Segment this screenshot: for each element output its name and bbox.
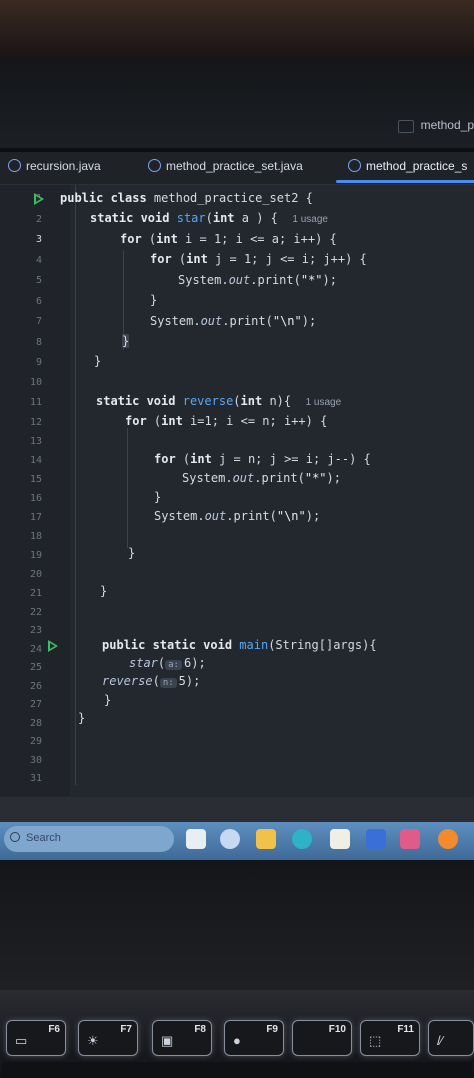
tab-recursion[interactable]: recursion.java xyxy=(8,159,101,173)
chat-icon[interactable] xyxy=(220,829,240,849)
code-line-8: } xyxy=(122,334,130,348)
screen-icon: ▭ xyxy=(15,1033,28,1048)
line-number: 28 xyxy=(29,717,42,729)
code-line-27: } xyxy=(104,693,112,707)
window-title: method_p xyxy=(420,118,474,132)
code-line-25: star(a: 6); xyxy=(129,656,206,670)
firefox-icon[interactable] xyxy=(438,829,458,849)
line-number: 24 xyxy=(29,643,42,655)
gutter-separator xyxy=(75,185,76,785)
code-line-19: } xyxy=(128,546,136,560)
code-line-26: reverse(n: 5); xyxy=(102,674,201,688)
line-number: 30 xyxy=(29,754,42,766)
line-number: 16 xyxy=(29,493,42,504)
title-bar xyxy=(0,58,474,148)
code-line-1: public class method_practice_set2 { xyxy=(60,191,313,205)
java-file-icon xyxy=(148,159,161,172)
task-view-icon[interactable] xyxy=(186,829,206,849)
code-line-12: for (int i=1; i <= n; i++) { xyxy=(125,414,328,428)
key-f6[interactable]: ▭ F6 xyxy=(6,1020,66,1056)
line-number: 6 xyxy=(35,295,42,307)
line-number: 2 xyxy=(35,213,42,225)
brightness-icon: ☀ xyxy=(87,1033,99,1048)
line-number: 8 xyxy=(35,336,42,348)
line-number: 20 xyxy=(29,569,42,580)
code-line-6: } xyxy=(150,293,158,307)
line-number: 14 xyxy=(29,455,42,466)
window-icon xyxy=(398,120,414,133)
line-number: 9 xyxy=(35,357,42,368)
line-number: 5 xyxy=(35,275,42,286)
line-number: 25 xyxy=(29,662,42,673)
code-line-17: System.out.print("\n"); xyxy=(154,509,321,523)
java-file-icon xyxy=(8,159,21,172)
line-number: 31 xyxy=(29,773,42,784)
param-hint: n: xyxy=(159,678,177,688)
code-line-5: System.out.print("*"); xyxy=(178,273,337,287)
line-number: 26 xyxy=(29,680,42,692)
line-number: 13 xyxy=(29,436,42,447)
code-line-21: } xyxy=(100,584,108,598)
file-explorer-icon[interactable] xyxy=(256,829,276,849)
code-line-24: public static void main(String[]args){ xyxy=(102,638,377,652)
screenshot-icon: ⬚ xyxy=(369,1033,382,1048)
code-line-4: for (int j = 1; j <= i; j++) { xyxy=(150,252,367,266)
line-number: 12 xyxy=(29,417,42,428)
code-line-16: } xyxy=(154,490,162,504)
line-number: 27 xyxy=(29,699,42,710)
line-number: 19 xyxy=(29,550,42,561)
line-number: 29 xyxy=(29,736,42,747)
code-line-7: System.out.print("\n"); xyxy=(150,314,317,328)
usage-hint: 1 usage xyxy=(292,214,328,225)
key-f8[interactable]: ▣ F8 xyxy=(152,1020,212,1056)
display-icon: ▣ xyxy=(161,1033,174,1048)
param-hint: a: xyxy=(165,660,182,670)
taskbar-search[interactable]: Search xyxy=(4,826,174,852)
search-icon xyxy=(10,832,20,842)
slash-icon: /∕ xyxy=(437,1033,443,1048)
intellij-icon[interactable] xyxy=(366,829,386,849)
line-number: 10 xyxy=(29,377,42,388)
line-number: 7 xyxy=(35,316,42,327)
active-tab-indicator xyxy=(336,180,474,183)
key-f9[interactable]: ● F9 xyxy=(224,1020,284,1056)
mic-icon: ● xyxy=(233,1033,241,1048)
code-line-2: static void star(int a ) { 1 usage xyxy=(90,211,328,225)
indent-guide xyxy=(127,428,128,548)
store-icon[interactable] xyxy=(330,829,350,849)
run-main-icon[interactable] xyxy=(48,640,58,652)
key-f11[interactable]: ⬚ F11 xyxy=(360,1020,420,1056)
app-icon[interactable] xyxy=(400,829,420,849)
line-number: 15 xyxy=(29,474,42,485)
code-line-15: System.out.print("*"); xyxy=(182,471,341,485)
code-line-14: for (int j = n; j >= i; j--) { xyxy=(154,452,371,466)
line-number: 18 xyxy=(29,531,42,542)
usage-hint: 1 usage xyxy=(305,397,342,408)
line-number: 23 xyxy=(29,625,42,636)
search-placeholder: Search xyxy=(26,832,61,844)
code-line-11: static void reverse(int n){ 1 usage xyxy=(96,394,342,408)
key-f10[interactable]: F10 xyxy=(292,1020,352,1056)
code-line-3: for (int i = 1; i <= a; i++) { xyxy=(120,232,337,246)
monitor-bezel xyxy=(0,0,474,58)
tab-method-practice-set2[interactable]: method_practice_s xyxy=(348,159,467,173)
code-line-28: } xyxy=(78,711,86,725)
status-bar xyxy=(0,797,474,822)
keyboard-second-row xyxy=(2,1062,472,1078)
line-number: 4 xyxy=(35,254,42,266)
java-file-icon xyxy=(348,159,361,172)
line-number: 3 xyxy=(35,234,42,245)
line-number: 21 xyxy=(29,588,42,599)
edge-browser-icon[interactable] xyxy=(292,829,312,849)
key-f12[interactable]: /∕ xyxy=(428,1020,474,1056)
run-class-icon[interactable] xyxy=(34,193,44,205)
line-number: 11 xyxy=(29,397,42,408)
key-f7[interactable]: ☀ F7 xyxy=(78,1020,138,1056)
line-number: 17 xyxy=(29,512,42,523)
tab-method-practice-set[interactable]: method_practice_set.java xyxy=(148,159,303,173)
code-line-9: } xyxy=(94,354,102,368)
line-number: 22 xyxy=(29,606,42,618)
monitor-bottom-bezel xyxy=(0,860,474,990)
